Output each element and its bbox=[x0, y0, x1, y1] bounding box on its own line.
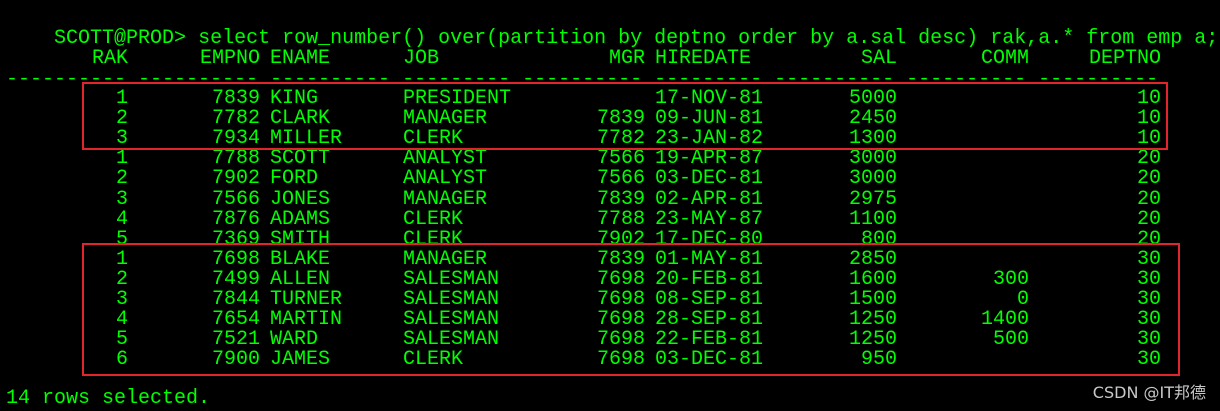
column-header: RAK bbox=[91, 47, 128, 70]
cell-comm bbox=[907, 149, 1029, 169]
cell-deptno: 20 bbox=[1136, 187, 1161, 211]
column-header: HIREDATE bbox=[655, 47, 752, 70]
cell-deptno: 20 bbox=[1136, 207, 1161, 231]
cell-mgr: 7566 bbox=[596, 167, 645, 191]
column-header: DEPTNO bbox=[1088, 47, 1161, 70]
cell-empno: 7788 bbox=[211, 147, 260, 171]
cell-empno: 7902 bbox=[211, 167, 260, 191]
highlight-box-dept-10 bbox=[82, 82, 1168, 150]
cell-mgr: 7788 bbox=[596, 207, 645, 231]
cell-hiredate: 02-APR-81 bbox=[655, 187, 764, 211]
cell-ename: SCOTT bbox=[270, 147, 331, 171]
highlight-box-dept-30 bbox=[82, 243, 1180, 376]
cell-ename: JONES bbox=[270, 187, 331, 211]
table-row: 4 7876 ADAMS CLERK 7788 23-MAY-87 1100 20 bbox=[0, 207, 1220, 231]
cell-mgr: 7566 bbox=[596, 147, 645, 171]
column-header: JOB bbox=[403, 47, 440, 70]
cell-mgr: 7839 bbox=[596, 187, 645, 211]
cell-job: CLERK bbox=[403, 207, 464, 231]
cell-sal: 1100 bbox=[848, 207, 897, 231]
cell-rak: 1 bbox=[115, 147, 128, 171]
cell-job: MANAGER bbox=[403, 187, 488, 211]
watermark: CSDN @IT邦德 bbox=[1092, 383, 1206, 402]
cell-comm bbox=[907, 190, 1029, 210]
terminal-window[interactable]: SCOTT@PROD> select row_number() over(par… bbox=[0, 0, 1220, 411]
column-header: MGR bbox=[608, 47, 645, 70]
cell-sal: 3000 bbox=[848, 147, 897, 171]
cell-hiredate: 19-APR-87 bbox=[655, 147, 764, 171]
column-header: COMM bbox=[980, 47, 1029, 70]
cell-empno: 7876 bbox=[211, 207, 260, 231]
cell-rak: 3 bbox=[115, 187, 128, 211]
cell-comm bbox=[907, 210, 1029, 230]
cell-sal: 3000 bbox=[848, 167, 897, 191]
cell-hiredate: 03-DEC-81 bbox=[655, 167, 764, 191]
cell-rak: 4 bbox=[115, 207, 128, 231]
cell-empno: 7566 bbox=[211, 187, 260, 211]
footer-status: 14 rows selected. bbox=[6, 387, 211, 410]
column-header: ENAME bbox=[270, 47, 331, 70]
cell-hiredate: 23-MAY-87 bbox=[655, 207, 764, 231]
table-row: 1 7788 SCOTT ANALYST 7566 19-APR-87 3000 20 bbox=[0, 149, 1220, 169]
table-row: 3 7566 JONES MANAGER 7839 02-APR-81 2975 20 bbox=[0, 187, 1220, 211]
column-header: EMPNO bbox=[199, 47, 260, 70]
cell-deptno: 20 bbox=[1136, 147, 1161, 171]
column-header-row: RAK EMPNO ENAME JOB MGR HIREDATE SAL COM… bbox=[0, 49, 1220, 69]
cell-ename: FORD bbox=[270, 167, 319, 191]
cell-job: ANALYST bbox=[403, 167, 488, 191]
command-line: SCOTT@PROD> select row_number() over(par… bbox=[6, 9, 1218, 49]
cell-comm bbox=[907, 169, 1029, 189]
cell-job: ANALYST bbox=[403, 147, 488, 171]
table-row: 2 7902 FORD ANALYST 7566 03-DEC-81 3000 20 bbox=[0, 169, 1220, 189]
cell-deptno: 20 bbox=[1136, 167, 1161, 191]
cell-ename: ADAMS bbox=[270, 207, 331, 231]
cell-sal: 2975 bbox=[848, 187, 897, 211]
column-header: SAL bbox=[860, 47, 897, 70]
cell-rak: 2 bbox=[115, 167, 128, 191]
